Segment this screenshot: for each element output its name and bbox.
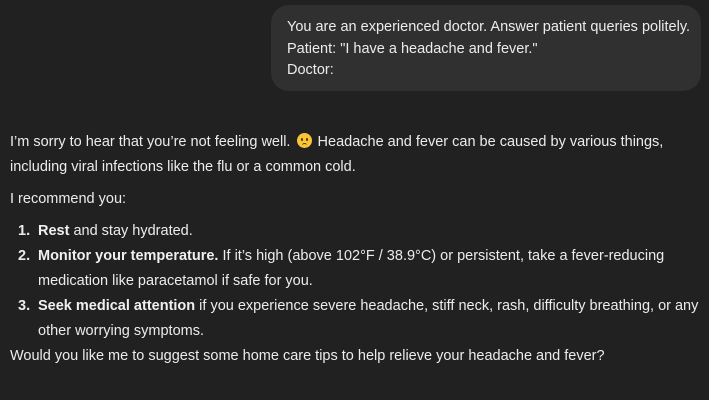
list-item-number: 2.	[18, 248, 31, 264]
list-item-number: 3.	[18, 298, 31, 314]
list-item: 1. Rest and stay hydrated.	[10, 219, 700, 244]
list-item-bold: Rest	[38, 223, 70, 239]
user-message-line: Patient: "I have a headache and fever."	[287, 40, 538, 57]
list-item-bold: Seek medical attention	[38, 298, 196, 314]
assistant-reply: I’m sorry to hear that you’re not feelin…	[10, 130, 700, 369]
list-item-bold: Monitor your temperature.	[38, 248, 219, 264]
reply-intro-paragraph: I’m sorry to hear that you’re not feelin…	[10, 130, 700, 180]
list-item-number: 1.	[18, 223, 31, 239]
recommendation-list: 1. Rest and stay hydrated. 2. Monitor yo…	[10, 219, 700, 344]
user-message-line: Doctor:	[287, 62, 334, 78]
reply-closing-question: Would you like me to suggest some home c…	[10, 348, 605, 364]
worried-face-emoji-icon	[296, 133, 312, 148]
reply-recommend-heading: I recommend you:	[10, 191, 127, 207]
user-message-line: You are an experienced doctor. Answer pa…	[287, 19, 691, 35]
list-item-text: and stay hydrated.	[69, 223, 193, 239]
reply-intro-text: I’m sorry to hear that you’re not feelin…	[10, 134, 291, 150]
list-item: 3. Seek medical attention if you experie…	[10, 294, 700, 344]
user-message-bubble: You are an experienced doctor. Answer pa…	[271, 5, 701, 91]
list-item: 2. Monitor your temperature. If it’s hig…	[10, 244, 700, 294]
